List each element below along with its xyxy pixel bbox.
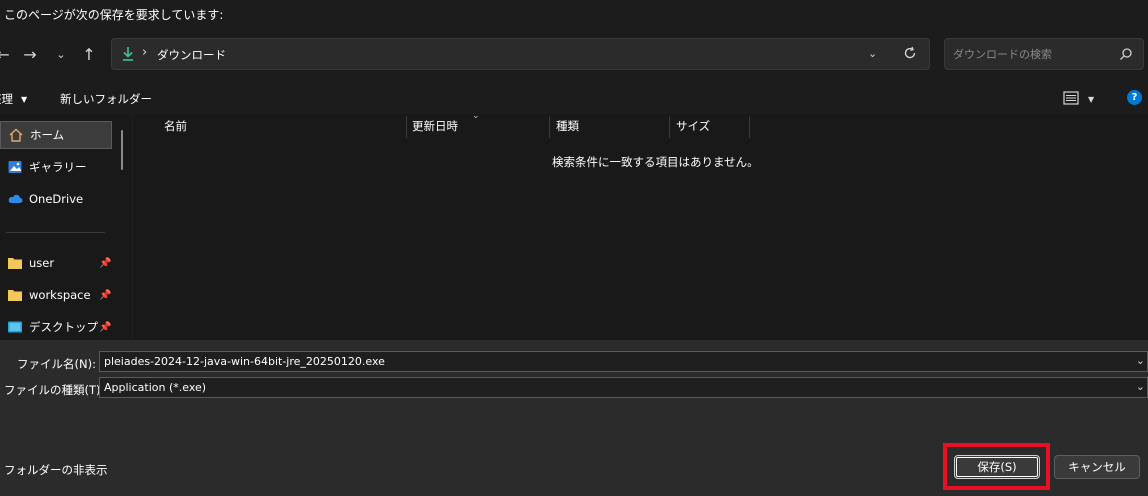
filetype-label: ファイルの種類(T): (4, 383, 105, 397)
empty-list-message: 検索条件に一致する項目はありません。 (552, 155, 759, 169)
sidebar-item-desktop[interactable]: デスクトップ 📌 (0, 313, 112, 341)
sidebar-scrollbar[interactable] (121, 130, 123, 170)
sort-indicator-icon: ⌄ (472, 111, 480, 121)
forward-button[interactable]: → (19, 43, 41, 65)
column-header-size[interactable]: サイズ (676, 114, 710, 138)
sidebar-item-label: user (29, 256, 55, 270)
navigation-pane: ホーム ギャラリー OneDrive user 📌 workspace 📌 デス… (0, 114, 132, 340)
folder-icon (7, 287, 23, 303)
title-bar: このページが次の保存を要求しています: (0, 0, 1148, 28)
column-header-type[interactable]: 種類 (556, 114, 579, 138)
arrow-left-icon: ← (0, 44, 10, 64)
column-header-name[interactable]: 名前 (164, 114, 187, 138)
column-header-date[interactable]: 更新日時 (412, 114, 458, 138)
filetype-select[interactable]: Application (*.exe) ⌄ (99, 377, 1148, 398)
organize-button[interactable]: 整理 ▼ (0, 90, 27, 108)
search-icon[interactable] (1119, 47, 1133, 64)
breadcrumb-separator: › (142, 45, 148, 60)
search-input[interactable] (953, 46, 1113, 62)
chevron-down-icon: ⌄ (56, 47, 66, 61)
sidebar-item-label: デスクトップ (29, 320, 98, 334)
sidebar-item-gallery[interactable]: ギャラリー (0, 153, 112, 181)
chevron-down-icon[interactable]: ⌄ (1136, 354, 1145, 367)
sidebar-item-label: ホーム (30, 128, 65, 142)
recent-locations-button[interactable]: ⌄ (50, 43, 72, 65)
file-list: 名前 更新日時 ⌄ 種類 サイズ 検索条件に一致する項目はありません。 (133, 111, 1148, 340)
column-divider[interactable] (406, 116, 407, 138)
command-bar (0, 84, 1148, 114)
breadcrumb-downloads[interactable]: ダウンロード (157, 47, 226, 63)
sidebar-divider (6, 232, 105, 233)
chevron-down-icon[interactable]: ⌄ (1136, 380, 1145, 393)
window-title: このページが次の保存を要求しています: (4, 8, 224, 22)
arrow-right-icon: → (23, 44, 37, 64)
pin-icon[interactable]: 📌 (99, 290, 111, 301)
search-box[interactable] (944, 38, 1144, 70)
address-bar[interactable]: › ダウンロード ⌄ (111, 38, 930, 70)
filename-input[interactable]: pleiades-2024-12-java-win-64bit-jre_2025… (104, 355, 385, 368)
save-button[interactable]: 保存(S) (954, 455, 1040, 479)
pin-icon[interactable]: 📌 (99, 258, 111, 269)
view-dropdown-icon: ▼ (1088, 94, 1095, 104)
cancel-button[interactable]: キャンセル (1054, 455, 1140, 479)
download-icon (120, 45, 136, 63)
gallery-icon (7, 159, 23, 175)
desktop-icon (7, 319, 23, 335)
folder-icon (7, 255, 23, 271)
sidebar-item-label: ギャラリー (29, 160, 87, 174)
pin-icon[interactable]: 📌 (99, 322, 111, 333)
organize-label: 整理 (0, 92, 13, 106)
up-button[interactable]: ↑ (78, 43, 100, 65)
hide-folders-toggle[interactable]: フォルダーの非表示 (4, 462, 108, 478)
view-options-button[interactable]: ▼ (1062, 89, 1102, 109)
arrow-up-icon: ↑ (82, 44, 96, 64)
organize-dropdown-icon: ▼ (21, 94, 28, 104)
sidebar-item-user[interactable]: user 📌 (0, 249, 112, 277)
column-divider[interactable] (549, 116, 550, 138)
filename-combobox[interactable]: pleiades-2024-12-java-win-64bit-jre_2025… (99, 351, 1148, 372)
home-icon (8, 127, 24, 143)
help-icon[interactable]: ? (1127, 90, 1142, 105)
new-folder-button[interactable]: 新しいフォルダー (60, 90, 152, 108)
sidebar-item-home[interactable]: ホーム (0, 121, 112, 149)
view-options-icon (1062, 90, 1080, 109)
refresh-icon[interactable] (902, 45, 918, 64)
address-dropdown-button[interactable]: ⌄ (868, 47, 877, 60)
sidebar-item-workspace[interactable]: workspace 📌 (0, 281, 112, 309)
sidebar-item-label: workspace (29, 288, 91, 302)
cloud-icon (7, 191, 23, 207)
back-button[interactable]: ← (0, 43, 14, 65)
column-divider[interactable] (669, 116, 670, 138)
sidebar-item-label: OneDrive (29, 192, 84, 206)
filename-label: ファイル名(N): (17, 357, 96, 371)
sidebar-item-onedrive[interactable]: OneDrive (0, 185, 112, 213)
filetype-value: Application (*.exe) (104, 381, 207, 394)
column-divider[interactable] (749, 116, 750, 138)
